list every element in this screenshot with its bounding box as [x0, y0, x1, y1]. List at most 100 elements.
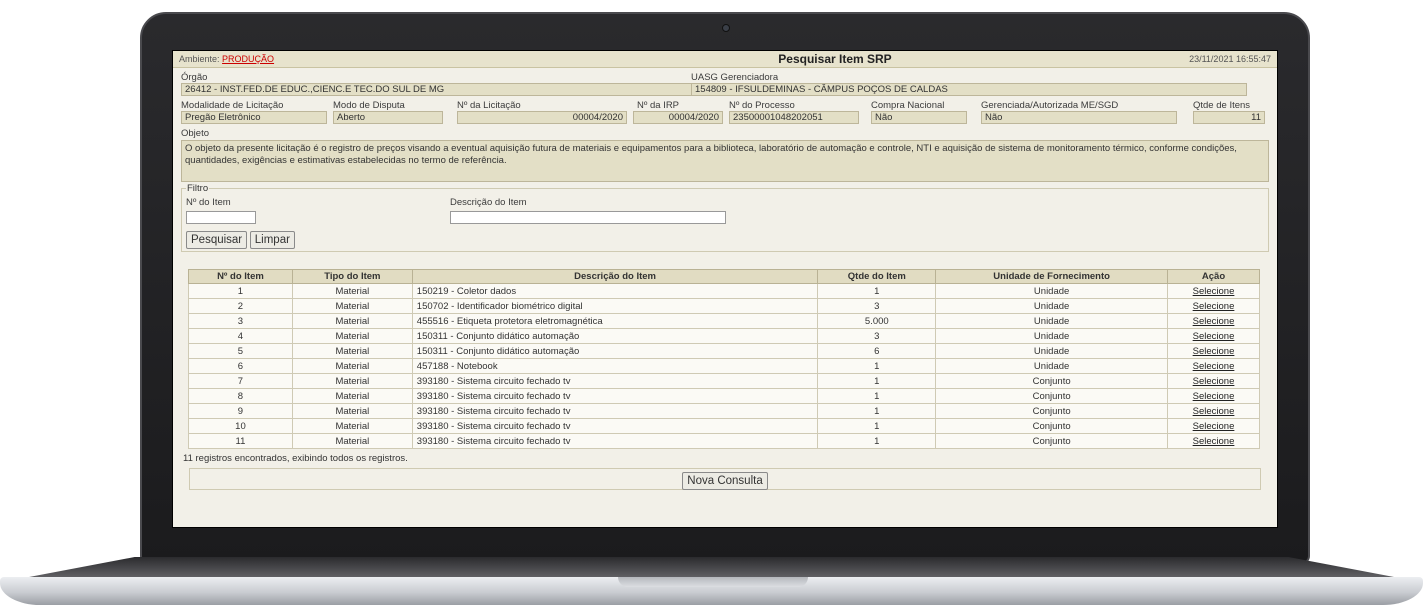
cell-description: 393180 - Sistema circuito fechado tv: [411, 418, 819, 434]
irp-field: 00004/2020: [633, 111, 723, 124]
cell-action: Selecione: [1167, 403, 1260, 419]
table-row: 10 Material 393180 - Sistema circuito fech…: [188, 418, 1260, 434]
select-item-link[interactable]: Selecione: [1193, 391, 1235, 402]
cell-action: Selecione: [1167, 313, 1260, 329]
select-item-link[interactable]: Selecione: [1193, 316, 1235, 327]
cell-quantity: 1: [817, 418, 937, 434]
cell-quantity: 3: [817, 328, 937, 344]
environment-indicator: Ambiente: PRODUÇÃO: [179, 54, 599, 64]
cell-action: Selecione: [1167, 343, 1260, 359]
col-header-action: Ação: [1167, 269, 1260, 284]
table-row: 6 Material 457188 - Notebook 1 Unidade Seleci…: [188, 358, 1260, 374]
cell-item-number: 4: [188, 328, 293, 344]
laptop-lid: Ambiente: PRODUÇÃO Pesquisar Item SRP 23…: [140, 12, 1310, 564]
col-header-quantity: Qtde do Item: [817, 269, 937, 284]
cell-item-type: Material: [291, 418, 413, 434]
cell-item-type: Material: [291, 403, 413, 419]
gerenciada-field: Não: [981, 111, 1177, 124]
cell-action: Selecione: [1167, 433, 1260, 449]
modalidade-row: Modalidade de Licitação Pregão Eletrônic…: [181, 100, 1269, 134]
lid-opening-notch: [618, 577, 808, 587]
webcam-icon: [722, 24, 730, 32]
cell-item-number: 10: [188, 418, 293, 434]
cell-unit: Conjunto: [935, 373, 1169, 389]
table-row: 8 Material 393180 - Sistema circuito fecha…: [188, 388, 1260, 404]
table-row: 5 Material 150311 - Conjunto didático auto…: [188, 343, 1260, 359]
cell-unit: Unidade: [935, 313, 1169, 329]
table-row: 1 Material 150219 - Coletor dados 1 Unidade S…: [188, 283, 1260, 299]
cell-description: 150219 - Coletor dados: [411, 283, 819, 299]
uasg-label: UASG Gerenciadora: [691, 72, 779, 83]
cell-quantity: 1: [817, 373, 937, 389]
table-row: 9 Material 393180 - Sistema circuito fecha…: [188, 403, 1260, 419]
timestamp: 23/11/2021 16:55:47: [1189, 54, 1271, 64]
modalidade-label: Modalidade de Licitação: [181, 100, 284, 111]
select-item-link[interactable]: Selecione: [1193, 346, 1235, 357]
item-description-label: Descrição do Item: [450, 197, 527, 208]
cell-unit: Unidade: [935, 283, 1169, 299]
cell-item-number: 1: [188, 283, 293, 299]
cell-item-number: 8: [188, 388, 293, 404]
new-query-panel: Nova Consulta: [189, 468, 1261, 490]
cell-description: 455516 - Etiqueta protetora eletromagnét…: [411, 313, 819, 329]
cell-item-number: 2: [188, 298, 293, 314]
select-item-link[interactable]: Selecione: [1193, 421, 1235, 432]
cell-description: 393180 - Sistema circuito fechado tv: [411, 388, 819, 404]
item-number-input[interactable]: [186, 211, 256, 224]
compra-nacional-label: Compra Nacional: [871, 100, 945, 111]
table-row: 7 Material 393180 - Sistema circuito fecha…: [188, 373, 1260, 389]
col-header-item-type: Tipo do Item: [291, 269, 413, 284]
cell-item-number: 6: [188, 358, 293, 374]
clear-button[interactable]: Limpar: [249, 231, 295, 249]
filter-legend: Filtro: [186, 183, 210, 194]
laptop-base: [0, 557, 1423, 610]
orgao-field: 26412 - INST.FED.DE EDUC.,CIENC.E TEC.DO…: [181, 83, 693, 96]
new-query-button[interactable]: Nova Consulta: [682, 472, 768, 490]
licitacao-label: Nº da Licitação: [457, 100, 521, 111]
cell-item-type: Material: [291, 388, 413, 404]
items-table: Nº do Item Tipo do Item Descrição do Ite…: [188, 269, 1260, 449]
cell-description: 393180 - Sistema circuito fechado tv: [411, 373, 819, 389]
cell-description: 457188 - Notebook: [411, 358, 819, 374]
item-number-label: Nº do Item: [186, 197, 231, 208]
cell-description: 393180 - Sistema circuito fechado tv: [411, 403, 819, 419]
table-row: 11 Material 393180 - Sistema circuito fech…: [188, 433, 1260, 449]
cell-quantity: 1: [817, 358, 937, 374]
col-header-description: Descrição do Item: [411, 269, 819, 284]
table-body: 1 Material 150219 - Coletor dados 1 Unidade S…: [188, 283, 1260, 449]
records-count-text: 11 registros encontrados, exibindo todos…: [183, 453, 408, 464]
search-button[interactable]: Pesquisar: [186, 231, 248, 249]
table-row: 4 Material 150311 - Conjunto didático auto…: [188, 328, 1260, 344]
col-header-item-number: Nº do Item: [188, 269, 293, 284]
col-header-unit: Unidade de Fornecimento: [935, 269, 1169, 284]
item-description-input[interactable]: [450, 211, 726, 224]
cell-description: 150311 - Conjunto didático automação: [411, 328, 819, 344]
cell-item-type: Material: [291, 313, 413, 329]
irp-label: Nº da IRP: [637, 100, 680, 111]
cell-item-number: 9: [188, 403, 293, 419]
cell-action: Selecione: [1167, 298, 1260, 314]
select-item-link[interactable]: Selecione: [1193, 436, 1235, 447]
cell-unit: Conjunto: [935, 388, 1169, 404]
cell-quantity: 1: [817, 403, 937, 419]
objeto-section: Objeto O objeto da presente licitação é …: [181, 128, 1269, 182]
environment-value[interactable]: PRODUÇÃO: [222, 54, 274, 64]
objeto-textarea[interactable]: O objeto da presente licitação é o regis…: [181, 140, 1269, 182]
table-header-row: Nº do Item Tipo do Item Descrição do Ite…: [188, 269, 1260, 284]
cell-item-type: Material: [291, 343, 413, 359]
select-item-link[interactable]: Selecione: [1193, 376, 1235, 387]
cell-unit: Unidade: [935, 298, 1169, 314]
gerenciada-label: Gerenciada/Autorizada ME/SGD: [981, 100, 1119, 111]
cell-description: 393180 - Sistema circuito fechado tv: [411, 433, 819, 449]
cell-description: 150702 - Identificador biométrico digita…: [411, 298, 819, 314]
select-item-link[interactable]: Selecione: [1193, 406, 1235, 417]
select-item-link[interactable]: Selecione: [1193, 286, 1235, 297]
select-item-link[interactable]: Selecione: [1193, 361, 1235, 372]
select-item-link[interactable]: Selecione: [1193, 331, 1235, 342]
main-content: Órgão 26412 - INST.FED.DE EDUC.,CIENC.E …: [173, 68, 1277, 490]
select-item-link[interactable]: Selecione: [1193, 301, 1235, 312]
cell-unit: Conjunto: [935, 418, 1169, 434]
window-titlebar: Ambiente: PRODUÇÃO Pesquisar Item SRP 23…: [173, 51, 1277, 68]
qtde-itens-label: Qtde de Itens: [1193, 100, 1251, 111]
modo-disputa-label: Modo de Disputa: [333, 100, 405, 111]
